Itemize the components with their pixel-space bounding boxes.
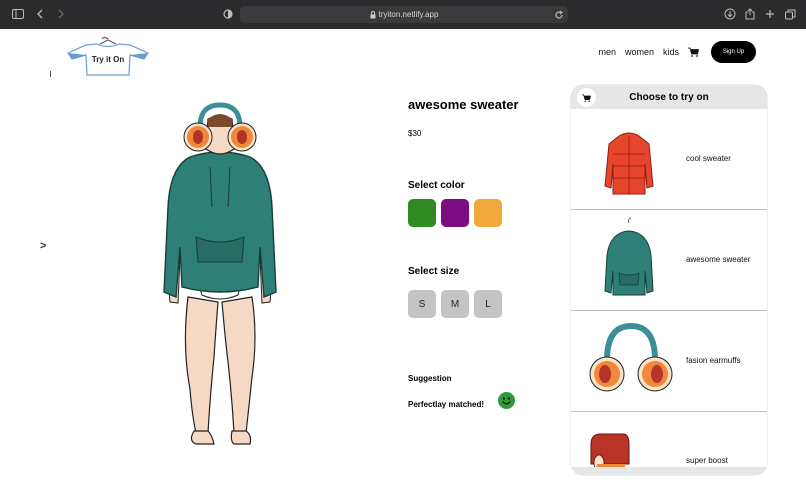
- page: Try it On men women kids Sign Up > aweso…: [0, 29, 806, 504]
- color-swatch-orange[interactable]: [474, 199, 502, 227]
- new-tab-icon[interactable]: [763, 7, 777, 21]
- suggestion-heading: Suggestion: [408, 374, 452, 383]
- nav-link-men[interactable]: men: [598, 47, 616, 57]
- share-icon[interactable]: [743, 7, 757, 21]
- logo[interactable]: Try it On: [64, 35, 152, 77]
- try-on-panel-title: Choose to try on: [629, 91, 709, 103]
- size-button-s[interactable]: S: [408, 290, 436, 318]
- try-on-item-earmuffs[interactable]: fasion earmuffs: [571, 311, 767, 412]
- back-icon[interactable]: [33, 7, 47, 21]
- try-on-panel: Choose to try on cool sweater awesome sw…: [571, 85, 767, 475]
- try-on-item-label: super boost: [686, 456, 728, 465]
- lock-icon: [370, 6, 376, 24]
- color-swatch-purple[interactable]: [441, 199, 469, 227]
- try-on-item-label: fasion earmuffs: [686, 356, 741, 365]
- size-button-m[interactable]: M: [441, 290, 469, 318]
- color-swatches: [408, 199, 507, 227]
- size-button-l[interactable]: L: [474, 290, 502, 318]
- url-text: tryiton.netlify.app: [378, 10, 439, 19]
- color-swatch-green[interactable]: [408, 199, 436, 227]
- size-heading: Select size: [408, 266, 460, 277]
- suggestion-text: Perfectlay matched!: [408, 400, 485, 409]
- try-on-item-awesome-sweater[interactable]: awesome sweater: [571, 210, 767, 311]
- nav-link-kids[interactable]: kids: [663, 47, 679, 57]
- address-bar[interactable]: tryiton.netlify.app: [240, 6, 568, 23]
- logo-text: Try it On: [92, 55, 125, 64]
- main-nav: men women kids Sign Up: [598, 41, 756, 63]
- panel-footer: [571, 467, 767, 475]
- browser-toolbar: tryiton.netlify.app: [0, 0, 806, 29]
- nav-link-women[interactable]: women: [625, 47, 654, 57]
- product-title: awesome sweater: [408, 97, 519, 112]
- try-on-panel-header: Choose to try on: [571, 85, 767, 109]
- reload-icon[interactable]: [552, 8, 566, 22]
- color-heading: Select color: [408, 180, 465, 191]
- red-puffer-jacket-icon: [589, 114, 669, 204]
- sidebar-toggle-icon[interactable]: [11, 7, 25, 21]
- smiley-icon: [498, 392, 515, 409]
- download-icon[interactable]: [723, 7, 737, 21]
- sign-up-button[interactable]: Sign Up: [711, 41, 756, 63]
- size-options: S M L: [408, 290, 507, 318]
- privacy-shield-icon[interactable]: [221, 7, 235, 21]
- cart-icon[interactable]: [688, 47, 699, 57]
- orange-earmuffs-icon: [589, 316, 673, 406]
- product-price: $30: [408, 129, 422, 138]
- try-on-item-label: awesome sweater: [686, 255, 751, 264]
- forward-icon[interactable]: [54, 7, 68, 21]
- try-on-item-super-boost[interactable]: super boost: [571, 412, 767, 475]
- panel-cart-icon[interactable]: [577, 88, 596, 107]
- tabs-overview-icon[interactable]: [783, 7, 797, 21]
- next-arrow-button[interactable]: >: [40, 240, 46, 252]
- green-hoodie-icon: [589, 215, 669, 305]
- avatar-preview: [130, 97, 310, 457]
- try-on-item-label: cool sweater: [686, 154, 731, 163]
- try-on-item-cool-sweater[interactable]: cool sweater: [571, 109, 767, 210]
- logo-divider: [50, 71, 51, 77]
